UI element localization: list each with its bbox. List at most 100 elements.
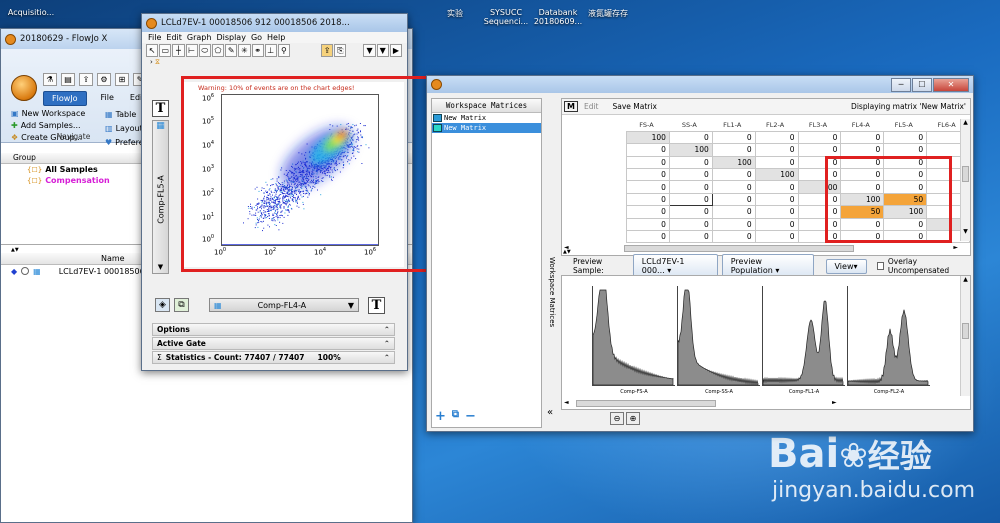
matrix-cell[interactable]: 0 — [883, 180, 928, 194]
close-button[interactable]: ✕ — [933, 77, 969, 92]
matrix-cell[interactable]: 0 — [711, 229, 756, 244]
matrix-cell[interactable]: 0 — [668, 130, 713, 145]
desktop-icon-liquid-nitrogen[interactable]: 液氮罐存存 — [578, 0, 638, 19]
preview-histogram[interactable]: Comp-FS-A — [592, 286, 675, 395]
polygon-gate-icon[interactable]: ⬠ — [211, 44, 225, 57]
preview-histogram[interactable]: Comp-FL2-A — [847, 286, 930, 395]
matrix-cell[interactable]: 0 — [626, 143, 670, 157]
splitter-arrows[interactable]: ▲▼ — [563, 249, 571, 255]
matrix-cell[interactable]: 0 — [840, 155, 885, 170]
matrix-cell[interactable]: 0 — [754, 217, 799, 232]
zoom-out-icon[interactable]: ⊖ — [610, 412, 624, 425]
matrix-hscroll[interactable]: ◄ ► — [562, 244, 960, 253]
magnet-icon[interactable]: ⚲ — [277, 44, 291, 57]
menu-file[interactable]: File — [148, 33, 161, 42]
scroll-up-icon[interactable]: ▲ — [961, 119, 970, 126]
matrix-cell[interactable]: 0 — [668, 192, 713, 207]
scroll-up-icon[interactable]: ▲ — [961, 276, 970, 283]
sidebar-item-matrix-1[interactable]: New Matrix — [432, 113, 541, 123]
matrix-m-icon[interactable]: M — [564, 101, 578, 112]
matrix-cell[interactable]: 0 — [797, 205, 842, 219]
matrix-cell[interactable]: 0 — [668, 180, 713, 194]
duplicate-matrix-icon[interactable]: ⧉ — [452, 409, 459, 424]
preview-histogram[interactable]: Comp-FL1-A — [762, 286, 845, 395]
y-axis-selector[interactable]: ▦ Comp-FL5-A ▼ — [152, 120, 169, 274]
add-matrix-icon[interactable]: + — [435, 409, 446, 424]
matrix-cell[interactable]: 00 — [797, 180, 842, 194]
layout-icon[interactable]: ▤ — [61, 73, 75, 86]
bisector-icon[interactable]: ⊥ — [264, 44, 277, 57]
view-button[interactable]: View▾ — [825, 258, 867, 274]
export-icon[interactable]: ⇪ — [79, 73, 93, 86]
matrix-cell[interactable]: 0 — [754, 155, 799, 170]
collapse-sidebar-icon[interactable]: « — [547, 407, 553, 418]
matrix-cell[interactable]: 0 — [626, 155, 670, 170]
matrix-cell[interactable]: 0 — [883, 130, 928, 145]
copy-gate-icon[interactable]: ⎘ — [334, 44, 347, 57]
forward-icon[interactable]: ▶ — [389, 44, 402, 57]
matrix-cell[interactable]: 0 — [797, 130, 842, 145]
matrix-cell[interactable]: 100 — [883, 205, 928, 219]
menu-display[interactable]: Display — [216, 33, 246, 42]
matrix-cell[interactable]: 0 — [626, 180, 670, 194]
expand-icon[interactable]: › — [150, 58, 153, 66]
export-gate-icon[interactable]: ⇪ — [321, 44, 334, 57]
scroll-down-icon[interactable]: ▼ — [961, 228, 970, 235]
edit-button[interactable]: Edit — [584, 102, 599, 111]
matrix-cell[interactable]: 0 — [711, 180, 756, 194]
matrix-cell[interactable]: 0 — [883, 168, 928, 182]
quadrant-gate-icon[interactable]: ┼ — [172, 44, 185, 57]
tab-file[interactable]: File — [95, 91, 120, 106]
prev-icon[interactable]: ▼ — [363, 44, 376, 57]
scroll-right-icon[interactable]: ► — [953, 244, 958, 251]
matrix-cell[interactable]: 0 — [754, 130, 799, 145]
table-editor-icon[interactable]: ⊞ — [115, 73, 129, 86]
matrix-cell[interactable]: 50 — [840, 205, 885, 219]
matrix-cell[interactable]: 0 — [840, 180, 885, 194]
matrix-cell[interactable]: 0 — [797, 217, 842, 232]
matrix-cell[interactable]: 0 — [711, 130, 756, 145]
matrix-cell[interactable]: 100 — [711, 155, 756, 170]
text-tool-button[interactable]: T — [152, 100, 169, 117]
x-axis-selector[interactable]: ▦ Comp-FL4-A ▼ — [209, 298, 359, 312]
menu-help[interactable]: Help — [267, 33, 285, 42]
matrix-cell[interactable]: 0 — [754, 205, 799, 219]
matrix-cell[interactable]: 0 — [711, 217, 756, 232]
matrix-cell[interactable]: 0 — [883, 143, 928, 157]
matrix-cell[interactable]: 0 — [840, 130, 885, 145]
text-tool-button-bottom[interactable]: T — [368, 297, 385, 314]
matrix-cell[interactable]: 0 — [668, 217, 713, 232]
menu-graph[interactable]: Graph — [187, 33, 212, 42]
pointer-icon[interactable]: ↖ — [146, 44, 159, 57]
matrix-cell[interactable]: 0 — [668, 229, 713, 244]
graph-copy-button[interactable]: ⧉ — [174, 298, 189, 312]
dot-plot[interactable]: Warning: 10% of events are on the chart … — [182, 82, 404, 267]
scroll-left-icon[interactable]: ◄ — [564, 399, 569, 406]
matrix-cell[interactable]: 0 — [797, 229, 842, 244]
freehand-gate-icon[interactable]: ✎ — [225, 44, 238, 57]
matrix-cell[interactable]: 0 — [883, 229, 928, 244]
tab-flowjo[interactable]: FlowJo — [43, 91, 87, 106]
matrix-cell[interactable]: 0 — [626, 217, 670, 232]
matrix-cell[interactable]: 0 — [840, 217, 885, 232]
scroll-thumb[interactable] — [962, 323, 969, 339]
matrix-cell[interactable]: 0 — [797, 168, 842, 182]
matrix-cell[interactable]: 0 — [668, 155, 713, 170]
spider-gate-icon[interactable]: ✳ — [238, 44, 251, 57]
matrix-cell[interactable]: 100 — [754, 168, 799, 182]
menu-edit[interactable]: Edit — [166, 33, 182, 42]
matrix-cell[interactable]: 0 — [754, 229, 799, 244]
minimize-button[interactable]: ─ — [891, 77, 911, 92]
matrix-cell[interactable]: 0 — [840, 229, 885, 244]
matrix-cell[interactable]: 0 — [711, 205, 756, 219]
matrix-cell[interactable]: 0 — [883, 217, 928, 232]
ellipse-gate-icon[interactable]: ⬭ — [198, 44, 211, 57]
matrix-cell[interactable]: 0 — [754, 192, 799, 207]
matrix-cell[interactable]: 0 — [754, 180, 799, 194]
table-editor-button[interactable]: ▦ Table — [105, 107, 145, 121]
graph-layer-button[interactable]: ◈ — [155, 298, 170, 312]
next-icon[interactable]: ▼ — [376, 44, 389, 57]
options-section[interactable]: Options ⌃ — [152, 323, 395, 336]
matrix-cell[interactable]: 0 — [840, 168, 885, 182]
hscroll-thumb[interactable] — [576, 400, 716, 407]
